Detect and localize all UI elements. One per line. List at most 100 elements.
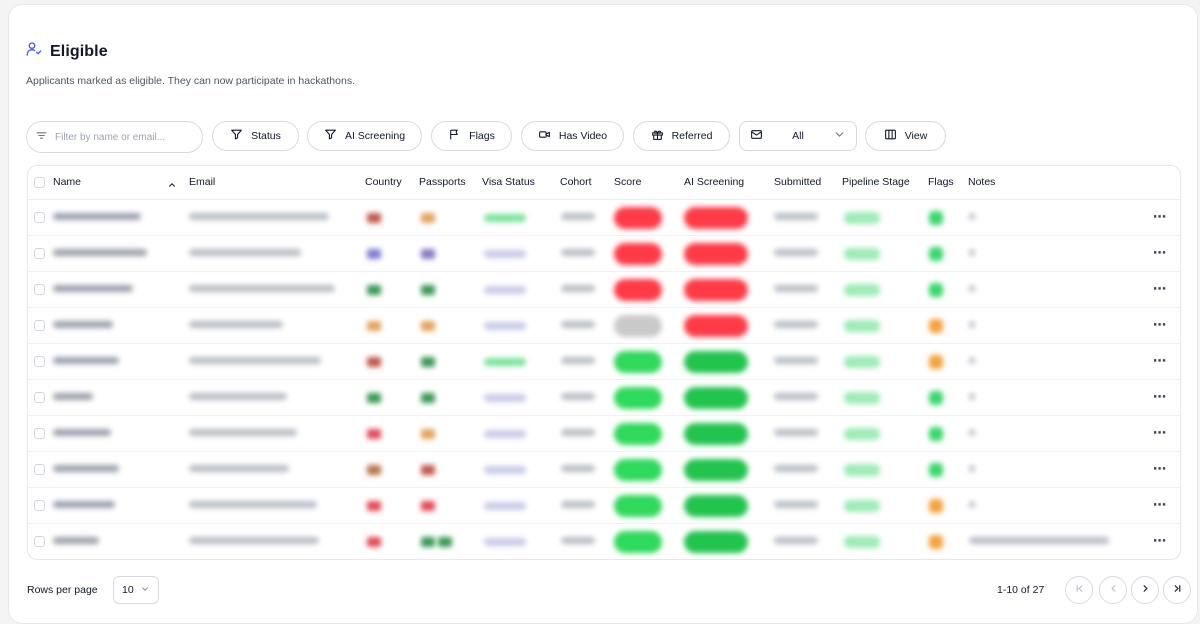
column-header-score[interactable]: Score [614, 176, 641, 188]
row-checkbox[interactable] [34, 212, 45, 223]
notes-text [969, 249, 975, 256]
submitted-date [774, 393, 818, 400]
flag-indicator [929, 535, 943, 549]
column-header-notes[interactable]: Notes [968, 176, 995, 188]
pagination-range: 1-10 of 27 [997, 584, 1045, 596]
flag-indicator [929, 283, 943, 297]
column-header-flags[interactable]: Flags [928, 176, 954, 188]
table-row[interactable]: ⋯ [28, 308, 1180, 344]
view-options-button[interactable]: View [865, 121, 946, 151]
row-checkbox[interactable] [34, 500, 45, 511]
status-filter-button[interactable]: Status [212, 121, 299, 151]
row-actions-more-icon[interactable]: ⋯ [1153, 282, 1166, 296]
applicant-name[interactable] [53, 429, 111, 436]
column-header-pipeline-stage[interactable]: Pipeline Stage [842, 176, 910, 188]
passport-flag [421, 213, 435, 223]
applicant-name[interactable] [53, 393, 93, 400]
row-checkbox[interactable] [34, 248, 45, 259]
table-row[interactable]: ⋯ [28, 236, 1180, 272]
row-actions-more-icon[interactable]: ⋯ [1153, 462, 1166, 476]
row-checkbox[interactable] [34, 428, 45, 439]
row-checkbox[interactable] [34, 320, 45, 331]
passport-flag [421, 357, 435, 367]
pagination-footer: Rows per page 10 1-10 of 27 [27, 576, 1191, 606]
passport-flag [421, 249, 435, 259]
row-checkbox[interactable] [34, 284, 45, 295]
sort-chevron-up-icon[interactable] [167, 177, 177, 187]
row-checkbox[interactable] [34, 356, 45, 367]
applicant-name[interactable] [53, 321, 113, 328]
applicant-name[interactable] [53, 357, 119, 364]
applicant-name[interactable] [53, 465, 119, 472]
table-row[interactable]: ⋯ [28, 380, 1180, 416]
column-header-country[interactable]: Country [365, 176, 402, 188]
chevron-right-icon [1140, 581, 1151, 599]
pipeline-stage-badge [844, 248, 880, 260]
row-actions-more-icon[interactable]: ⋯ [1153, 426, 1166, 440]
flags-filter-label: Flags [469, 130, 495, 142]
row-checkbox[interactable] [34, 392, 45, 403]
pipeline-stage-badge [844, 356, 880, 368]
table-row[interactable]: ⋯ [28, 524, 1180, 559]
message-type-select[interactable]: All [739, 121, 857, 151]
row-actions-more-icon[interactable]: ⋯ [1153, 210, 1166, 224]
table-row[interactable]: ⋯ [28, 272, 1180, 308]
flag-indicator [929, 499, 943, 513]
column-header-visa-status[interactable]: Visa Status [482, 176, 535, 188]
column-header-submitted[interactable]: Submitted [774, 176, 821, 188]
pipeline-stage-badge [844, 428, 880, 440]
column-header-name[interactable]: Name [53, 176, 81, 188]
cohort-value [561, 429, 595, 436]
referred-filter-button[interactable]: Referred [633, 121, 730, 151]
applicant-name[interactable] [53, 249, 147, 256]
flags-filter-button[interactable]: Flags [431, 121, 512, 151]
visa-status-badge [484, 214, 526, 222]
notes-text [969, 321, 975, 328]
row-actions-more-icon[interactable]: ⋯ [1153, 390, 1166, 404]
country-flag [367, 249, 381, 259]
previous-page-button[interactable] [1099, 576, 1127, 604]
select-all-checkbox[interactable] [34, 177, 45, 188]
user-check-icon [26, 41, 42, 62]
cohort-value [561, 537, 595, 544]
visa-status-badge [484, 286, 526, 294]
applicant-name[interactable] [53, 501, 115, 508]
column-header-passports[interactable]: Passports [419, 176, 466, 188]
row-actions-more-icon[interactable]: ⋯ [1153, 498, 1166, 512]
row-actions-more-icon[interactable]: ⋯ [1153, 246, 1166, 260]
row-checkbox[interactable] [34, 464, 45, 475]
column-header-ai-screening[interactable]: AI Screening [684, 176, 744, 188]
row-actions-more-icon[interactable]: ⋯ [1153, 318, 1166, 332]
visa-status-badge [484, 358, 526, 366]
table-row[interactable]: ⋯ [28, 488, 1180, 524]
column-header-cohort[interactable]: Cohort [560, 176, 592, 188]
has-video-filter-button[interactable]: Has Video [521, 121, 624, 151]
row-actions-more-icon[interactable]: ⋯ [1153, 354, 1166, 368]
ai-screening-badge [684, 315, 748, 337]
first-page-button[interactable] [1065, 576, 1093, 604]
pipeline-stage-badge [844, 536, 880, 548]
row-actions-more-icon[interactable]: ⋯ [1153, 534, 1166, 548]
visa-status-badge [484, 538, 526, 546]
row-checkbox[interactable] [34, 536, 45, 547]
search-input[interactable]: Filter by name or email... [26, 121, 203, 153]
table-row[interactable]: ⋯ [28, 452, 1180, 488]
last-page-button[interactable] [1163, 576, 1191, 604]
ai-screening-filter-button[interactable]: AI Screening [307, 121, 422, 151]
flag-indicator [929, 319, 943, 333]
applicant-name[interactable] [53, 537, 99, 544]
next-page-button[interactable] [1131, 576, 1159, 604]
score-badge [614, 387, 662, 409]
rows-per-page-select[interactable]: 10 [113, 576, 159, 604]
table-row[interactable]: ⋯ [28, 416, 1180, 452]
applicant-email [189, 285, 335, 292]
table-row[interactable]: ⋯ [28, 200, 1180, 236]
cohort-value [561, 321, 595, 328]
page-header: Eligible Applicants marked as eligible. … [26, 41, 355, 87]
applicant-name[interactable] [53, 285, 133, 292]
table-row[interactable]: ⋯ [28, 344, 1180, 380]
submitted-date [774, 537, 818, 544]
applicant-name[interactable] [53, 213, 141, 220]
column-header-email[interactable]: Email [189, 176, 215, 188]
passport-flag [421, 537, 435, 547]
